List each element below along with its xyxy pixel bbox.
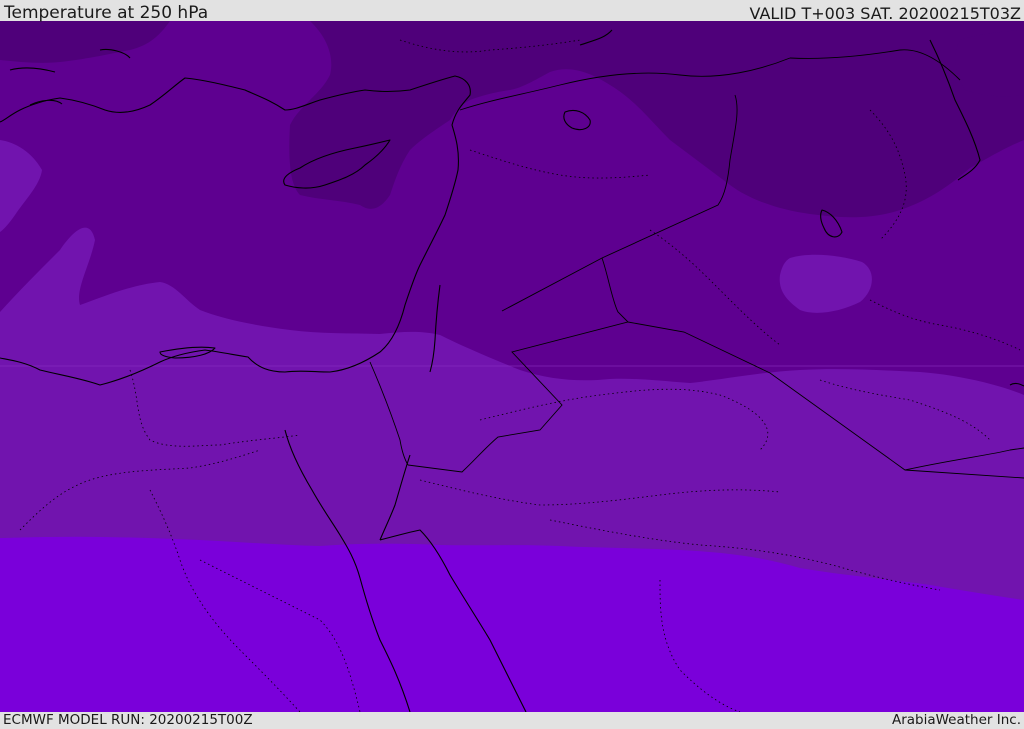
map-canvas [0,21,1024,712]
band-darkest-east [955,30,1024,97]
model-run-label: ECMWF MODEL RUN: 20200215T00Z [3,712,253,728]
credit-label: ArabiaWeather Inc. [891,712,1021,728]
map-title: Temperature at 250 hPa [4,3,209,23]
valid-time-label: VALID T+003 SAT. 20200215T03Z [749,4,1021,23]
map-figure: Temperature at 250 hPa VALID T+003 SAT. … [0,0,1024,729]
